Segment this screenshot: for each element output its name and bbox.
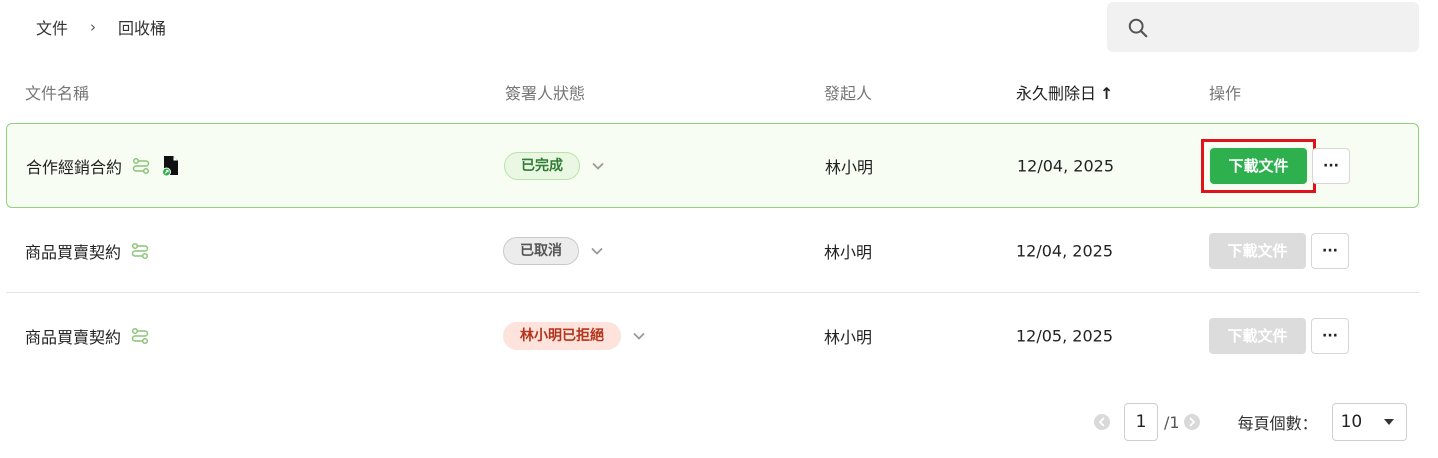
column-header-name: 文件名稱 [25,84,90,103]
status-badge: 已完成 [504,151,580,180]
column-header-delete-date[interactable]: 永久刪除日 ↑ [1016,80,1113,104]
page-total: /1 [1164,412,1180,432]
file-name[interactable]: 合作經銷合約 [26,154,122,178]
search-box[interactable] [1107,2,1419,52]
workflow-icon [131,242,149,259]
breadcrumb-separator-icon: › [90,18,97,36]
sender-name: 林小明 [824,327,873,347]
pagination: /1 每頁個數： 10 [1094,402,1407,442]
table-row[interactable]: 合作經銷合約 已完成 林小明 12/04, 2025 下載文件 ··· [6,123,1419,208]
breadcrumb: 文件 › 回收桶 [36,14,166,40]
download-button[interactable]: 下載文件 [1209,232,1306,269]
delete-date: 12/04, 2025 [1016,241,1113,260]
chevron-down-icon[interactable] [590,158,606,174]
signer-status-cell: 已完成 [504,151,606,180]
table-row[interactable]: 商品買賣契約 已取消 林小明 12/04, 2025 下載文件 ··· [6,208,1419,293]
table-header: 文件名稱 簽署人狀態 發起人 永久刪除日 ↑ 操作 [0,72,1438,112]
file-link-icon[interactable] [162,155,180,177]
download-button[interactable]: 下載文件 [1209,317,1306,354]
next-page-icon[interactable] [1183,414,1200,430]
column-header-actions: 操作 [1209,84,1242,103]
download-button[interactable]: 下載文件 [1210,147,1307,184]
per-page-select[interactable]: 10 [1331,403,1407,441]
sender-name: 林小明 [825,157,874,177]
file-name-cell: 商品買賣契約 [25,324,149,348]
file-name-cell: 商品買賣契約 [25,239,149,263]
per-page-value: 10 [1340,412,1363,432]
chevron-down-icon[interactable] [589,243,605,259]
workflow-icon [132,157,150,174]
chevron-down-icon[interactable] [631,328,647,344]
search-input[interactable] [1161,10,1409,44]
more-options-button[interactable]: ··· [1312,147,1350,184]
sort-ascending-icon: ↑ [1100,84,1114,103]
table-row[interactable]: 商品買賣契約 林小明已拒絕 林小明 12/05, 2025 下載文件 ··· [6,293,1419,378]
signer-status-cell: 林小明已拒絕 [503,321,647,350]
caret-down-icon [1383,419,1394,425]
column-header-delete-date-label: 永久刪除日 [1016,84,1097,103]
more-options-button[interactable]: ··· [1311,232,1349,269]
breadcrumb-current: 回收桶 [118,19,167,38]
file-name[interactable]: 商品買賣契約 [25,324,121,348]
more-options-button[interactable]: ··· [1311,317,1349,354]
file-name[interactable]: 商品買賣契約 [25,239,121,263]
prev-page-icon[interactable] [1094,414,1110,430]
workflow-icon [131,327,149,344]
per-page-label: 每頁個數： [1237,414,1318,433]
breadcrumb-root[interactable]: 文件 [36,15,68,39]
search-icon [1128,18,1148,38]
status-badge: 已取消 [503,236,579,265]
delete-date: 12/05, 2025 [1016,326,1113,345]
file-name-cell: 合作經銷合約 [26,154,180,178]
page-number-input[interactable] [1124,403,1158,441]
column-header-status: 簽署人狀態 [505,84,586,103]
column-header-sender: 發起人 [824,84,873,103]
delete-date: 12/04, 2025 [1017,156,1114,175]
sender-name: 林小明 [824,242,873,262]
status-badge: 林小明已拒絕 [503,321,621,350]
signer-status-cell: 已取消 [503,236,605,265]
